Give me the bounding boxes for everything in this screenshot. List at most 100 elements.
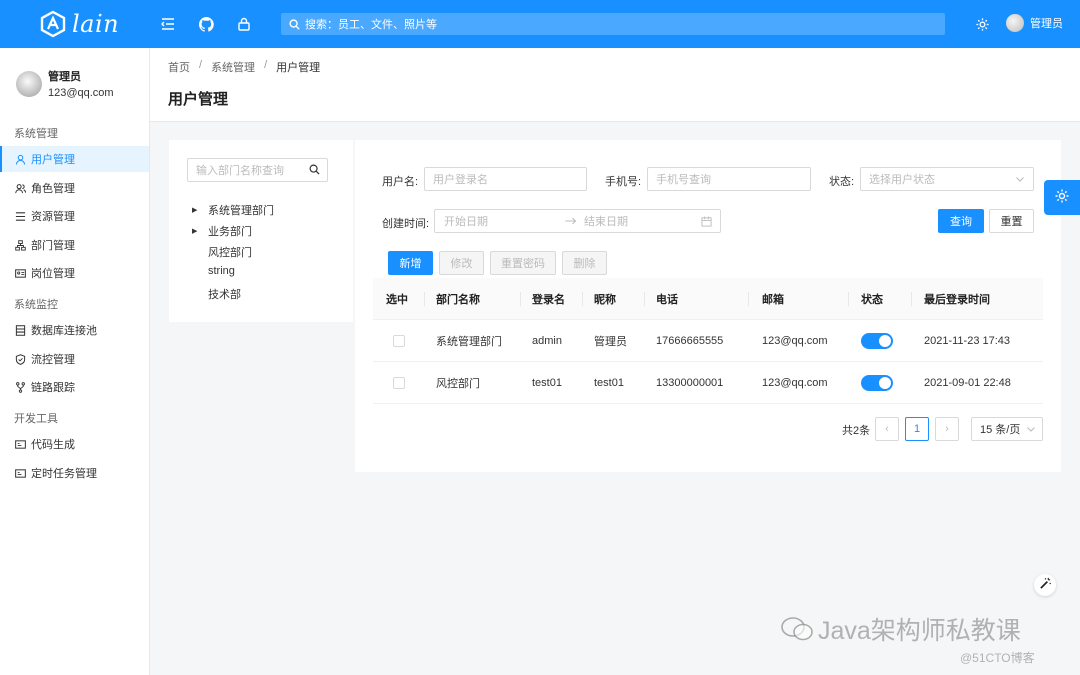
tree-node[interactable]: ▶ 业务部门 — [192, 223, 252, 239]
global-search-placeholder: 搜索：员工、文件、照片等 — [305, 19, 437, 31]
sidebar-item-scheduled-tasks[interactable]: 定时任务管理 — [0, 460, 149, 486]
phone-input[interactable]: 手机号查询 — [647, 167, 811, 191]
chevron-down-icon — [1026, 424, 1036, 437]
cell-last-login: 2021-11-23 17:43 — [924, 335, 1011, 347]
sidebar-item-code-generation[interactable]: 代码生成 — [0, 431, 149, 457]
chevron-down-icon — [1015, 174, 1025, 187]
reset-password-button[interactable]: 重置密码 — [490, 251, 556, 275]
start-date-placeholder[interactable]: 开始日期 — [444, 213, 488, 229]
username-input[interactable]: 用户登录名 — [424, 167, 587, 191]
sidebar-item-resource-management[interactable]: 资源管理 — [0, 203, 149, 229]
edit-user-button[interactable]: 修改 — [439, 251, 484, 275]
cell-phone: 13300000001 — [656, 377, 724, 389]
row-checkbox[interactable] — [393, 362, 405, 404]
created-time-label: 创建时间: — [382, 218, 430, 230]
status-toggle[interactable] — [861, 320, 893, 362]
fork-icon — [14, 381, 26, 393]
sidebar-item-user-management[interactable]: 用户管理 — [0, 146, 149, 172]
query-button[interactable]: 查询 — [938, 209, 984, 233]
end-date-placeholder[interactable]: 结束日期 — [584, 213, 628, 229]
sidebar-item-db-pool[interactable]: 数据库连接池 — [0, 317, 149, 343]
sidebar-item-tracing[interactable]: 链路跟踪 — [0, 374, 149, 400]
sidebar-item-label: 资源管理 — [31, 211, 75, 223]
prev-page-button[interactable]: ‹ — [875, 417, 899, 441]
logo-icon — [40, 10, 66, 38]
team-icon — [14, 182, 26, 194]
caret-right-icon[interactable]: ▶ — [192, 206, 208, 214]
status-select[interactable]: 选择用户状态 — [860, 167, 1034, 191]
page-title: 用户管理 — [168, 91, 229, 108]
breadcrumb-system[interactable]: 系统管理 — [211, 59, 255, 75]
header-user-menu[interactable]: 管理员 — [1006, 14, 1063, 32]
tree-node[interactable]: ▶ 系统管理部门 — [192, 202, 274, 218]
magic-wand-button[interactable] — [1034, 574, 1056, 596]
sidebar-item-label: 定时任务管理 — [31, 468, 97, 480]
table-row[interactable]: 系统管理部门 admin 管理员 17666665555 123@qq.com … — [373, 320, 1043, 362]
sidebar-item-department-management[interactable]: 部门管理 — [0, 232, 149, 258]
delete-user-button[interactable]: 删除 — [562, 251, 607, 275]
search-icon[interactable] — [309, 164, 320, 178]
menu-group-title: 系统管理 — [14, 128, 58, 140]
cell-last-login: 2021-09-01 22:48 — [924, 377, 1011, 389]
cell-phone: 17666665555 — [656, 335, 724, 347]
sidebar-user-name: 管理员 — [48, 71, 81, 83]
pagination-total: 共2条 — [842, 425, 871, 437]
gear-icon — [1054, 188, 1070, 207]
user-table: 选中 部门名称 登录名 昵称 电话 邮箱 状态 最后登录时间 系统管理部门 ad… — [373, 278, 1043, 404]
sidebar-item-label: 代码生成 — [31, 439, 75, 451]
tree-node[interactable]: 技术部 — [192, 286, 241, 302]
cell-nickname: test01 — [594, 377, 624, 389]
code-icon — [14, 438, 26, 450]
database-icon — [14, 324, 26, 336]
idcard-icon — [14, 267, 26, 279]
department-search-placeholder: 输入部门名称查询 — [196, 165, 284, 177]
caret-right-icon[interactable]: ▶ — [192, 227, 208, 235]
menu-fold-icon[interactable] — [158, 14, 178, 34]
calendar-icon — [701, 216, 712, 230]
reset-button[interactable]: 重置 — [989, 209, 1034, 233]
sidebar-item-label: 岗位管理 — [31, 268, 75, 280]
avatar — [16, 70, 42, 97]
status-label: 状态: — [829, 176, 855, 188]
sidebar-item-role-management[interactable]: 角色管理 — [0, 175, 149, 201]
schedule-icon — [14, 467, 26, 479]
app-logo[interactable]: lain — [40, 10, 119, 38]
add-user-button[interactable]: 新增 — [388, 251, 433, 275]
user-icon — [14, 153, 26, 165]
created-date-range[interactable]: 开始日期 结束日期 — [434, 209, 721, 233]
table-row[interactable]: 风控部门 test01 test01 13300000001 123@qq.co… — [373, 362, 1043, 404]
page-button[interactable]: 1 — [905, 417, 929, 441]
status-toggle[interactable] — [861, 362, 893, 404]
tree-node[interactable]: string — [192, 265, 235, 277]
chevron-left-icon: ‹ — [885, 423, 889, 435]
row-checkbox[interactable] — [393, 320, 405, 362]
lock-icon[interactable] — [234, 14, 254, 34]
global-search-input[interactable]: 搜索：员工、文件、照片等 — [281, 13, 945, 35]
sidebar-user-email: 123@qq.com — [48, 87, 114, 99]
column-header: 状态 — [861, 294, 883, 306]
breadcrumb-home[interactable]: 首页 — [168, 59, 190, 75]
sidebar-user-card[interactable]: 管理员 123@qq.com — [16, 68, 114, 99]
settings-gear-icon[interactable] — [972, 14, 992, 34]
theme-settings-button[interactable] — [1044, 180, 1080, 215]
department-search-input[interactable]: 输入部门名称查询 — [187, 158, 328, 182]
sidebar-item-flow-control[interactable]: 流控管理 — [0, 346, 149, 372]
next-page-button[interactable]: › — [935, 417, 959, 441]
tree-node[interactable]: 风控部门 — [192, 244, 252, 260]
cell-login: admin — [532, 335, 562, 347]
pagination: 共2条 ‹ 1 › 15 条/页 — [355, 417, 1061, 441]
user-list-card: 用户名: 用户登录名 手机号: 手机号查询 状态: 选择用户状态 创建时间: 开… — [355, 140, 1061, 472]
sidebar-item-label: 用户管理 — [31, 154, 75, 166]
breadcrumb-current: 用户管理 — [276, 62, 321, 74]
breadcrumb-separator: / — [199, 59, 203, 71]
breadcrumb-separator: / — [264, 59, 268, 71]
page-size-select[interactable]: 15 条/页 — [971, 417, 1043, 441]
username-placeholder: 用户登录名 — [433, 174, 488, 186]
column-header: 部门名称 — [436, 294, 480, 306]
cell-email: 123@qq.com — [762, 335, 828, 347]
cluster-icon — [14, 239, 26, 251]
tree-node-label: 技术部 — [208, 289, 241, 301]
github-icon[interactable] — [196, 14, 216, 34]
watermark-source: @51CTO博客 — [960, 651, 1035, 665]
sidebar-item-position-management[interactable]: 岗位管理 — [0, 260, 149, 286]
